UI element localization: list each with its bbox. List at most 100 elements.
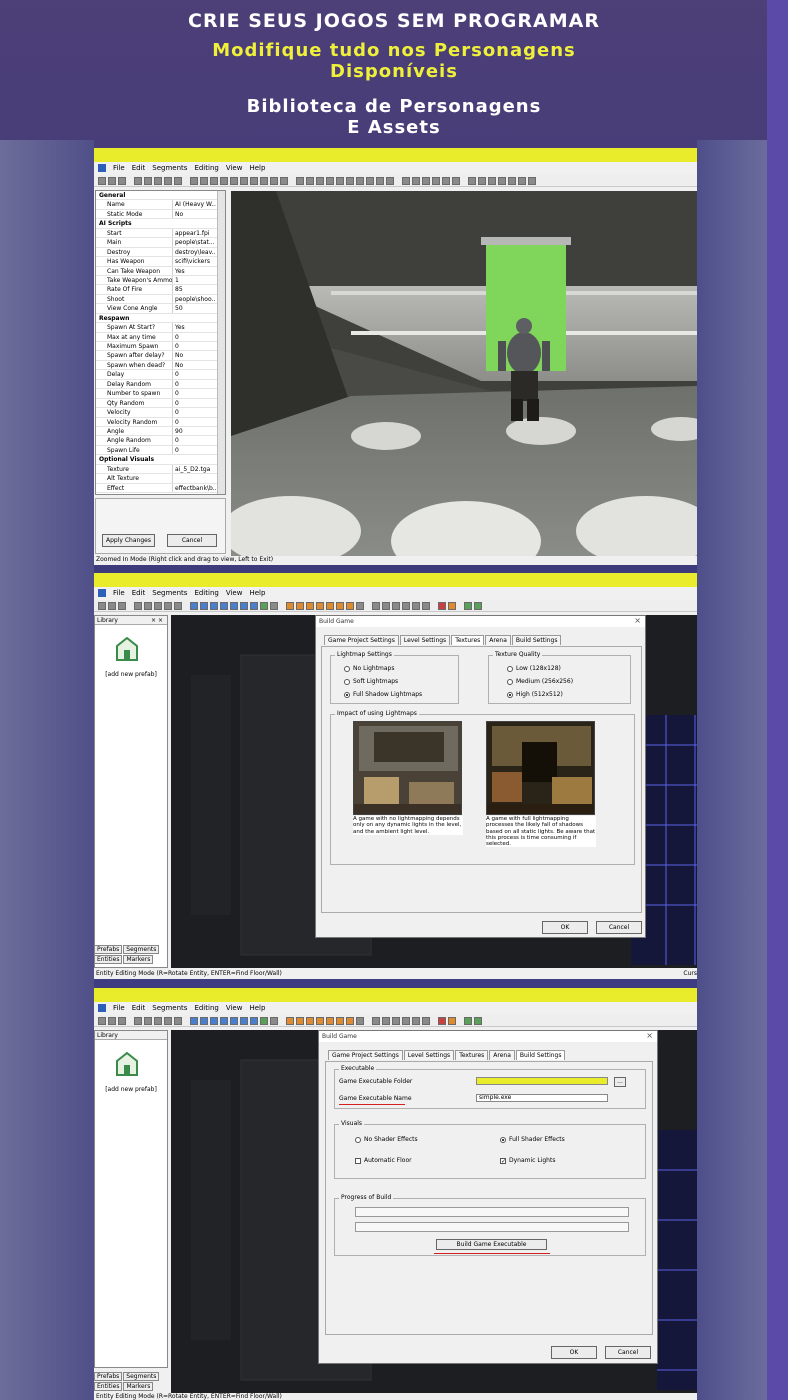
folder-field[interactable] xyxy=(476,1077,608,1085)
property-value[interactable]: 0 xyxy=(172,398,216,408)
checkbox-icon[interactable] xyxy=(355,1157,361,1164)
property-value[interactable]: No xyxy=(172,351,216,360)
menu-segments[interactable]: Segments xyxy=(152,164,187,172)
tab-markers[interactable]: Markers xyxy=(123,1382,154,1391)
add-new-prefab-label[interactable]: [add new prefab] xyxy=(95,671,167,678)
tool-icon[interactable] xyxy=(366,176,374,185)
tool-icon[interactable] xyxy=(336,601,344,610)
tool-icon[interactable] xyxy=(240,1016,248,1025)
property-value[interactable]: 0 xyxy=(172,389,216,398)
property-value[interactable]: ai_5_D2.tga xyxy=(172,464,216,474)
property-value[interactable]: 50 xyxy=(172,304,216,313)
property-value[interactable]: 0 xyxy=(172,379,216,389)
save-icon[interactable] xyxy=(118,176,126,185)
tool-icon[interactable] xyxy=(250,601,258,610)
tab-arena[interactable]: Arena xyxy=(489,1050,515,1060)
tool-icon[interactable] xyxy=(346,176,354,185)
prefab-house-icon[interactable] xyxy=(116,637,138,661)
property-row[interactable]: Angle Random 0 xyxy=(96,436,225,446)
tool-icon[interactable] xyxy=(518,176,526,185)
tool-icon[interactable] xyxy=(422,601,430,610)
property-row[interactable]: Name AI (Heavy W... xyxy=(96,200,225,210)
tool-icon[interactable] xyxy=(412,1016,420,1025)
tool-icon[interactable] xyxy=(286,601,294,610)
undo-icon[interactable] xyxy=(164,1016,172,1025)
tool-icon[interactable] xyxy=(306,601,314,610)
menu-segments[interactable]: Segments xyxy=(152,589,187,597)
menu-view[interactable]: View xyxy=(226,589,243,597)
property-row[interactable]: Start appear1.fpi xyxy=(96,228,225,239)
tab-prefabs[interactable]: Prefabs xyxy=(94,1372,123,1381)
cancel-button[interactable]: Cancel xyxy=(605,1346,651,1359)
copy-icon[interactable] xyxy=(144,1016,152,1025)
property-row[interactable]: Alt Texture xyxy=(96,474,225,484)
tab-build-settings[interactable]: Build Settings xyxy=(515,1050,566,1060)
line-icon[interactable] xyxy=(372,1016,380,1025)
property-row[interactable]: Static Mode No xyxy=(96,209,225,220)
tool-icon[interactable] xyxy=(306,1016,314,1025)
property-row[interactable]: Max at any time 0 xyxy=(96,332,225,342)
redo-icon[interactable] xyxy=(174,601,182,610)
circle-icon[interactable] xyxy=(392,1016,400,1025)
property-row[interactable]: Velocity 0 xyxy=(96,408,225,418)
tool-icon[interactable] xyxy=(200,1016,208,1025)
property-value[interactable]: AI (Heavy W... xyxy=(172,200,216,209)
tool-icon[interactable] xyxy=(210,601,218,610)
tool-icon[interactable] xyxy=(286,1016,294,1025)
tool-icon[interactable] xyxy=(346,601,354,610)
property-value[interactable]: No xyxy=(172,209,216,219)
tab-level-settings[interactable]: Level Settings xyxy=(403,1050,455,1060)
property-value[interactable]: 90 xyxy=(172,426,216,436)
tool-icon[interactable] xyxy=(230,1016,238,1025)
menu-editing[interactable]: Editing xyxy=(194,589,218,597)
property-row[interactable]: Qty Random 0 xyxy=(96,398,225,409)
property-row[interactable]: Spawn At Start? Yes xyxy=(96,323,225,333)
open-icon[interactable] xyxy=(108,601,116,610)
tool-icon[interactable] xyxy=(376,176,384,185)
menu-editing[interactable]: Editing xyxy=(194,1004,218,1012)
tool-icon[interactable] xyxy=(200,601,208,610)
property-row[interactable]: Effect effectbank\b... xyxy=(96,483,225,493)
menu-help[interactable]: Help xyxy=(249,589,265,597)
tool-icon[interactable] xyxy=(316,1016,324,1025)
radio-selected-icon[interactable] xyxy=(507,691,513,698)
tool-icon[interactable] xyxy=(220,601,228,610)
add-new-prefab-label[interactable]: [add new prefab] xyxy=(95,1086,167,1093)
tool-icon[interactable] xyxy=(478,176,486,185)
tool-icon[interactable] xyxy=(432,176,440,185)
tool-icon[interactable] xyxy=(356,176,364,185)
tool-icon[interactable] xyxy=(260,1016,268,1025)
tab-textures[interactable]: Textures xyxy=(451,635,485,645)
property-row[interactable]: Velocity Random 0 xyxy=(96,417,225,427)
tool-icon[interactable] xyxy=(296,601,304,610)
medium-quality-option[interactable]: Medium (256x256) xyxy=(507,678,573,685)
paste-icon[interactable] xyxy=(154,176,162,185)
tool-icon[interactable] xyxy=(402,1016,410,1025)
property-row[interactable]: Rate Of Fire 85 xyxy=(96,285,225,295)
ok-button[interactable]: OK xyxy=(551,1346,597,1359)
property-row[interactable]: Spawn after delay? No xyxy=(96,351,225,361)
property-row[interactable]: Spawn when dead? No xyxy=(96,360,225,371)
paste-icon[interactable] xyxy=(154,1016,162,1025)
property-row[interactable]: Has Weapon scifi\vickers xyxy=(96,257,225,267)
tab-level-settings[interactable]: Level Settings xyxy=(399,635,451,645)
tool-icon[interactable] xyxy=(200,176,208,185)
tool-icon[interactable] xyxy=(422,176,430,185)
properties-scrollbar[interactable] xyxy=(217,191,225,494)
radio-selected-icon[interactable] xyxy=(344,691,350,698)
undo-icon[interactable] xyxy=(164,601,172,610)
save-icon[interactable] xyxy=(118,601,126,610)
tool-icon[interactable] xyxy=(356,601,364,610)
property-value[interactable]: 1 xyxy=(172,275,216,285)
tool-icon[interactable] xyxy=(498,176,506,185)
menu-view[interactable]: View xyxy=(226,1004,243,1012)
undo-icon[interactable] xyxy=(164,176,172,185)
tool-icon[interactable] xyxy=(316,601,324,610)
property-value[interactable]: 0 xyxy=(172,445,216,455)
automatic-floor-option[interactable]: Automatic Floor xyxy=(355,1157,412,1164)
tool-icon[interactable] xyxy=(306,176,314,185)
cut-icon[interactable] xyxy=(134,176,142,185)
save-icon[interactable] xyxy=(118,1016,126,1025)
menu-file[interactable]: File xyxy=(113,164,125,172)
property-value[interactable]: 0 xyxy=(172,436,216,445)
